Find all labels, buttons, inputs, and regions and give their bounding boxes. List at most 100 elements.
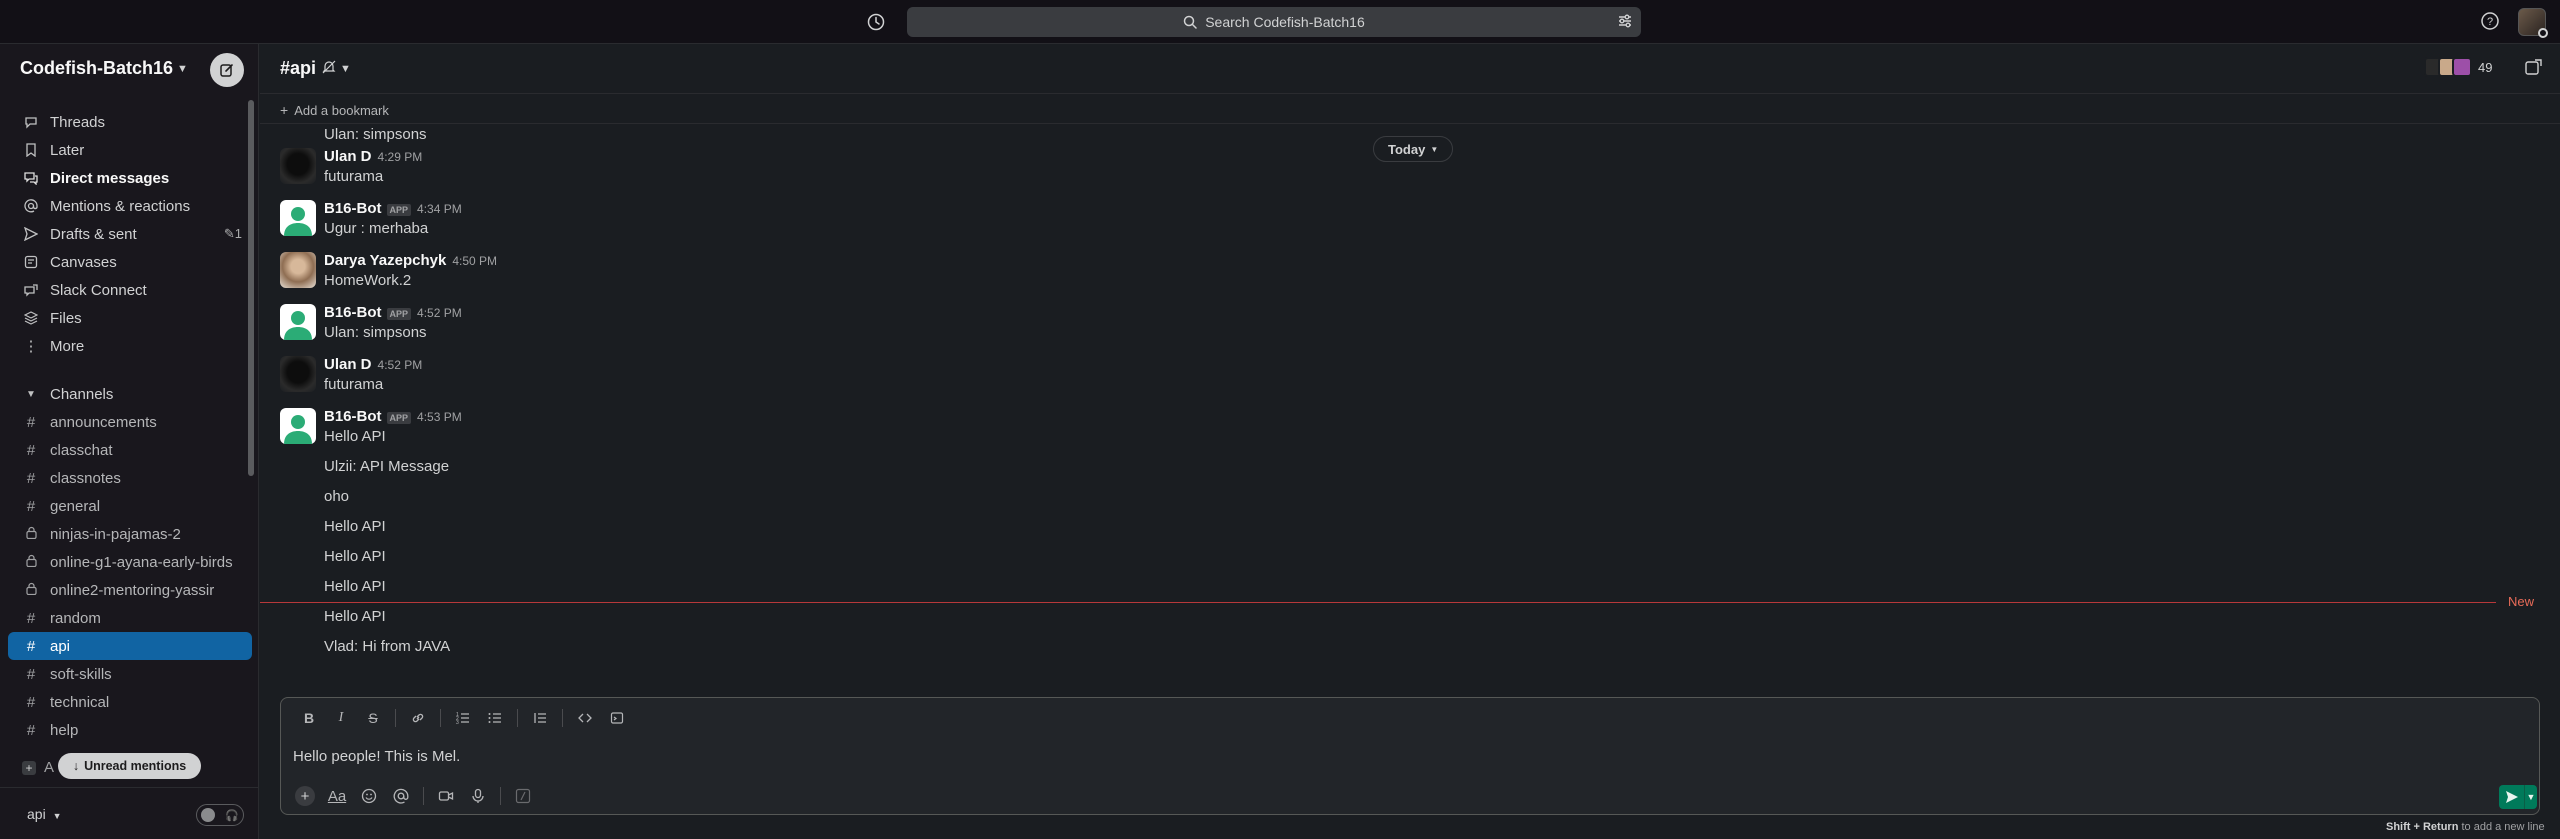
send-icon bbox=[22, 227, 40, 241]
message-author[interactable]: Ulan D bbox=[324, 356, 372, 373]
sidebar-item-mentions[interactable]: Mentions & reactions bbox=[8, 192, 252, 220]
avatar[interactable] bbox=[280, 200, 316, 236]
avatar[interactable] bbox=[280, 356, 316, 392]
sidebar-item-channel[interactable]: # classnotes bbox=[8, 464, 252, 492]
message-time[interactable]: 4:53 PM bbox=[417, 410, 462, 424]
add-bookmark-button[interactable]: + Add a bookmark bbox=[280, 102, 389, 118]
chevron-down-icon[interactable]: ▼ bbox=[2525, 785, 2537, 809]
workspace-menu[interactable]: Codefish-Batch16 ▼ bbox=[20, 58, 188, 79]
message-author[interactable]: B16-Bot bbox=[324, 408, 382, 425]
channel-name: classchat bbox=[50, 441, 113, 459]
hint-keys: Shift + Return bbox=[2386, 821, 2459, 833]
message-text: futurama bbox=[324, 376, 384, 393]
avatar[interactable] bbox=[280, 408, 316, 444]
sidebar-item-channel[interactable]: online-g1-ayana-early-birds bbox=[8, 548, 252, 576]
italic-button[interactable]: I bbox=[325, 704, 357, 732]
blockquote-button[interactable] bbox=[524, 704, 556, 732]
channel-title-button[interactable]: # api ▼ bbox=[280, 58, 351, 79]
toggle-knob bbox=[201, 808, 215, 822]
sidebar-item-canvases[interactable]: Canvases bbox=[8, 248, 252, 276]
emoji-button[interactable] bbox=[353, 782, 385, 810]
code-icon bbox=[578, 713, 592, 723]
huddle-channel-name: api bbox=[27, 806, 46, 822]
ordered-list-button[interactable]: 123 bbox=[447, 704, 479, 732]
help-button[interactable]: ? bbox=[2480, 11, 2500, 36]
sidebar-item-slack-connect[interactable]: Slack Connect bbox=[8, 276, 252, 304]
sidebar-item-channel[interactable]: # help bbox=[8, 716, 252, 744]
bulleted-list-button[interactable] bbox=[479, 704, 511, 732]
strikethrough-icon: S bbox=[368, 710, 378, 726]
code-button[interactable] bbox=[569, 704, 601, 732]
sidebar-item-channel[interactable]: # soft-skills bbox=[8, 660, 252, 688]
attach-button[interactable]: + bbox=[289, 782, 321, 810]
message-author[interactable]: Ulan D bbox=[324, 148, 372, 165]
link-button[interactable] bbox=[402, 704, 434, 732]
bold-button[interactable]: B bbox=[293, 704, 325, 732]
message-time[interactable]: 4:52 PM bbox=[378, 358, 423, 372]
add-channels-item[interactable]: + A bbox=[22, 759, 54, 776]
search-bar[interactable]: Search Codefish-Batch16 bbox=[907, 7, 1641, 37]
bookmark-bar: + Add a bookmark bbox=[260, 94, 2560, 124]
message-time[interactable]: 4:52 PM bbox=[417, 306, 462, 320]
add-channels-label: A bbox=[44, 759, 55, 776]
code-block-button[interactable] bbox=[601, 704, 633, 732]
composer-hint: Shift + Return to add a new line bbox=[2386, 821, 2545, 833]
sidebar-item-drafts[interactable]: Drafts & sent ✎1 bbox=[8, 220, 252, 248]
message-input[interactable] bbox=[293, 748, 2393, 765]
sidebar-item-direct-messages[interactable]: Direct messages bbox=[8, 164, 252, 192]
message-author[interactable]: Darya Yazepchyk bbox=[324, 252, 446, 269]
date-divider-button[interactable]: Today ▼ bbox=[1373, 136, 1454, 162]
mention-button[interactable] bbox=[385, 782, 417, 810]
sidebar-item-later[interactable]: Later bbox=[8, 136, 252, 164]
message-author[interactable]: B16-Bot bbox=[324, 200, 382, 217]
sidebar-item-channel[interactable]: # random bbox=[8, 604, 252, 632]
canvas-button[interactable] bbox=[2524, 59, 2542, 82]
new-message-button[interactable] bbox=[210, 53, 244, 87]
members-button[interactable]: 49 bbox=[2424, 57, 2492, 77]
lock-icon bbox=[22, 582, 40, 599]
send-button[interactable]: ▼ bbox=[2499, 785, 2537, 809]
muted-bell-icon bbox=[322, 58, 336, 79]
sidebar-scrollbar[interactable] bbox=[248, 100, 254, 476]
message-time[interactable]: 4:29 PM bbox=[378, 150, 423, 164]
history-button[interactable] bbox=[864, 10, 888, 34]
sidebar-item-channel[interactable]: # general bbox=[8, 492, 252, 520]
user-avatar[interactable] bbox=[2518, 8, 2548, 38]
sidebar-item-files[interactable]: Files bbox=[8, 304, 252, 332]
send-icon bbox=[2499, 785, 2525, 809]
sidebar-item-channel[interactable]: ninjas-in-pajamas-2 bbox=[8, 520, 252, 548]
unread-mentions-button[interactable]: ↓ Unread mentions bbox=[58, 753, 201, 779]
huddle-channel-selector[interactable]: api ▼ bbox=[27, 806, 62, 822]
huddle-toggle[interactable]: 🎧 bbox=[196, 804, 244, 826]
shortcuts-button[interactable] bbox=[507, 782, 539, 810]
channel-name: random bbox=[50, 609, 101, 627]
sidebar-item-channel[interactable]: # technical bbox=[8, 688, 252, 716]
ordered-list-icon: 123 bbox=[456, 712, 469, 725]
video-clip-button[interactable] bbox=[430, 782, 462, 810]
channel-title: api bbox=[290, 58, 317, 78]
message-author[interactable]: B16-Bot bbox=[324, 304, 382, 321]
sidebar-item-channel[interactable]: # announcements bbox=[8, 408, 252, 436]
strikethrough-button[interactable]: S bbox=[357, 704, 389, 732]
message-text: Hello API bbox=[324, 428, 386, 445]
formatting-toggle-button[interactable]: Aa bbox=[321, 782, 353, 810]
sidebar-item-threads[interactable]: Threads bbox=[8, 108, 252, 136]
channel-name: classnotes bbox=[50, 469, 121, 487]
sidebar-item-more[interactable]: ⋮ More bbox=[8, 332, 252, 360]
avatar[interactable] bbox=[280, 148, 316, 184]
composer-actions: + Aa bbox=[289, 782, 539, 810]
audio-clip-button[interactable] bbox=[462, 782, 494, 810]
message-time[interactable]: 4:34 PM bbox=[417, 202, 462, 216]
channels-section-header[interactable]: ▼ Channels bbox=[8, 380, 252, 408]
avatar[interactable] bbox=[280, 252, 316, 288]
search-filter-button[interactable] bbox=[1617, 13, 1633, 34]
caret-down-icon: ▼ bbox=[26, 388, 36, 400]
message-time[interactable]: 4:50 PM bbox=[452, 254, 497, 268]
avatar[interactable] bbox=[280, 304, 316, 340]
sidebar-item-channel[interactable]: online2-mentoring-yassir bbox=[8, 576, 252, 604]
hash-icon: # bbox=[26, 413, 36, 431]
code-block-icon bbox=[610, 712, 624, 724]
hash-icon: # bbox=[26, 693, 36, 711]
sidebar-item-channel[interactable]: # classchat bbox=[8, 436, 252, 464]
sidebar-item-channel-active[interactable]: # api bbox=[8, 632, 252, 660]
